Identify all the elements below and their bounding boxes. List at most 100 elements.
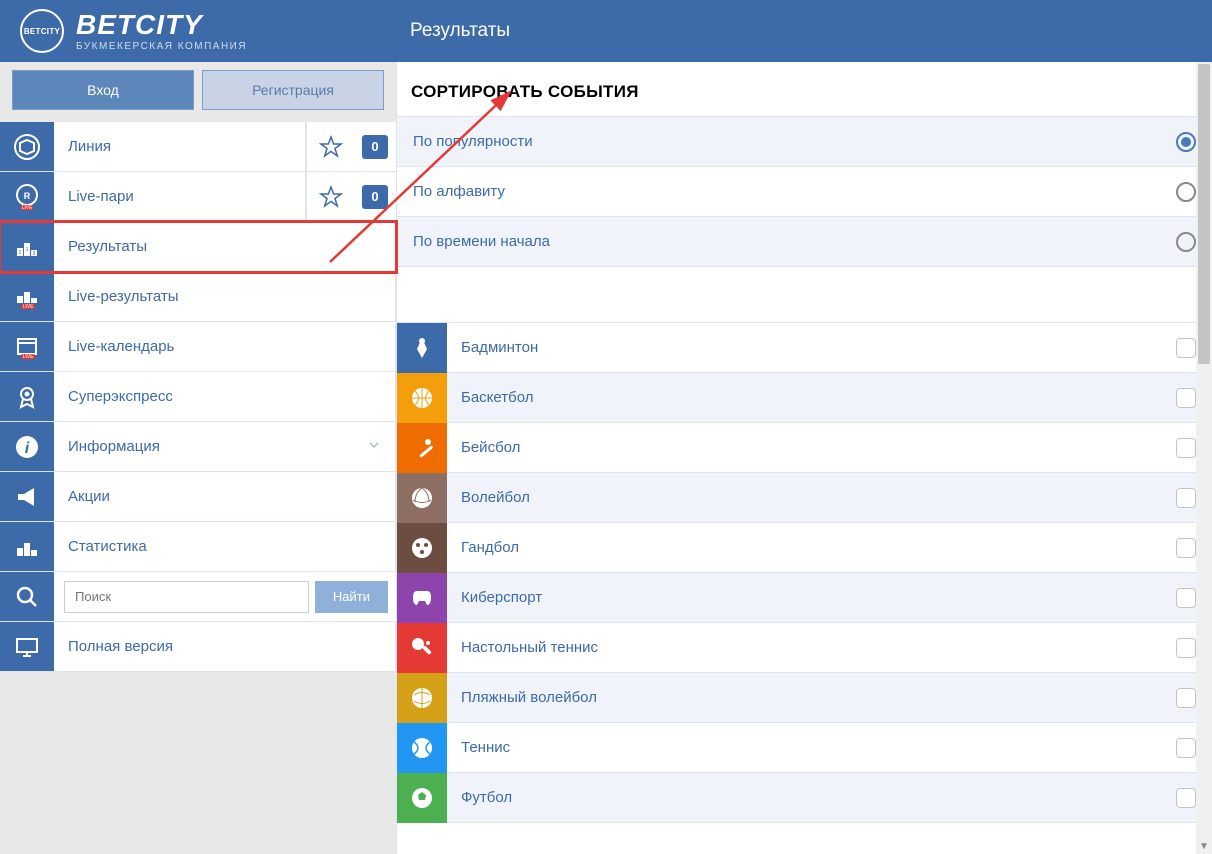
podium-stats-icon [0, 522, 54, 571]
sport-checkbox[interactable] [1176, 338, 1196, 358]
nav-label: Live-пари [54, 172, 306, 221]
sport-label: Футбол [447, 789, 1176, 806]
search-input[interactable] [64, 581, 309, 613]
svg-text:3: 3 [33, 251, 36, 257]
main-content: СОРТИРОВАТЬ СОБЫТИЯ По популярности По а… [396, 62, 1212, 854]
volleyball-icon [397, 473, 447, 523]
sport-label: Гандбол [447, 539, 1176, 556]
sort-option-alphabet[interactable]: По алфавиту [397, 167, 1212, 217]
header: BETCITY BETCITY БУКМЕКЕРСКАЯ КОМПАНИЯ Ре… [0, 0, 1212, 62]
football-icon [397, 773, 447, 823]
nav-item-info[interactable]: i Информация [0, 422, 396, 472]
sport-row[interactable]: Футбол [397, 773, 1212, 823]
svg-text:LIVE: LIVE [22, 205, 34, 211]
main-nav: Линия 0 R LIVE Live-пари 0 [0, 122, 396, 672]
nav-item-promo[interactable]: Акции [0, 472, 396, 522]
register-button[interactable]: Регистрация [202, 70, 384, 110]
sport-row[interactable]: Пляжный волейбол [397, 673, 1212, 723]
nav-label: Линия [54, 122, 306, 171]
sport-label: Баскетбол [447, 389, 1176, 406]
sort-option-starttime[interactable]: По времени начала [397, 217, 1212, 267]
radio-selected-icon [1176, 132, 1196, 152]
nav-label: Информация [54, 422, 396, 471]
sport-label: Пляжный волейбол [447, 689, 1176, 706]
svg-text:LIVE: LIVE [23, 304, 35, 310]
nav-item-fullversion[interactable]: Полная версия [0, 622, 396, 672]
scroll-down-icon[interactable]: ▼ [1196, 838, 1212, 854]
nav-item-results[interactable]: 213 Результаты [0, 222, 396, 272]
logo-badge-text: BETCITY [24, 27, 60, 36]
sport-row[interactable]: Теннис [397, 723, 1212, 773]
nav-item-live-results[interactable]: LIVE Live-результаты [0, 272, 396, 322]
spacer [397, 267, 1212, 323]
sport-label: Бейсбол [447, 439, 1176, 456]
nav-item-live-calendar[interactable]: LIVE Live-календарь [0, 322, 396, 372]
sport-label: Настольный теннис [447, 639, 1176, 656]
nav-label: Статистика [54, 522, 396, 571]
svg-text:2: 2 [19, 250, 22, 256]
nav-label: Live-результаты [54, 272, 396, 321]
nav-label: Полная версия [54, 622, 396, 671]
baseball-icon [397, 423, 447, 473]
nav-item-line[interactable]: Линия 0 [0, 122, 396, 172]
scroll-thumb[interactable] [1198, 64, 1210, 364]
sport-checkbox[interactable] [1176, 438, 1196, 458]
sport-row[interactable]: Киберспорт [397, 573, 1212, 623]
sort-options: По популярности По алфавиту По времени н… [397, 117, 1212, 267]
sport-checkbox[interactable] [1176, 538, 1196, 558]
favorite-star-button[interactable] [306, 122, 354, 171]
nav-item-live[interactable]: R LIVE Live-пари 0 [0, 172, 396, 222]
sport-row[interactable]: Волейбол [397, 473, 1212, 523]
info-icon: i [0, 422, 54, 471]
line-icon [0, 122, 54, 171]
sport-row[interactable]: Бадминтон [397, 323, 1212, 373]
nav-label: Суперэкспресс [54, 372, 396, 421]
star-icon [319, 135, 343, 159]
logo-area[interactable]: BETCITY BETCITY БУКМЕКЕРСКАЯ КОМПАНИЯ [20, 9, 390, 53]
nav-item-stats[interactable]: Статистика [0, 522, 396, 572]
sort-heading: СОРТИРОВАТЬ СОБЫТИЯ [397, 62, 1212, 117]
sport-checkbox[interactable] [1176, 488, 1196, 508]
calendar-icon: LIVE [0, 322, 54, 371]
sport-checkbox[interactable] [1176, 738, 1196, 758]
sport-checkbox[interactable] [1176, 638, 1196, 658]
sport-label: Бадминтон [447, 339, 1176, 356]
sport-checkbox[interactable] [1176, 788, 1196, 808]
nav-count: 0 [354, 122, 396, 171]
live-podium-icon: LIVE [0, 272, 54, 321]
logo-tagline: БУКМЕКЕРСКАЯ КОМПАНИЯ [76, 41, 247, 52]
nav-count: 0 [354, 172, 396, 221]
rosette-icon [0, 372, 54, 421]
handball-icon [397, 523, 447, 573]
nav-label: Акции [54, 472, 396, 521]
sport-row[interactable]: Баскетбол [397, 373, 1212, 423]
nav-label: Результаты [54, 222, 396, 271]
tabletennis-icon [397, 623, 447, 673]
search-icon [0, 572, 54, 621]
search-button[interactable]: Найти [315, 581, 388, 613]
sort-label: По алфавиту [413, 183, 505, 200]
basketball-icon [397, 373, 447, 423]
logo-badge-icon: BETCITY [20, 9, 64, 53]
esports-icon [397, 573, 447, 623]
logo-name: BETCITY [76, 11, 247, 39]
svg-text:R: R [24, 191, 31, 201]
radio-icon [1176, 232, 1196, 252]
sport-row[interactable]: Бейсбол [397, 423, 1212, 473]
sport-list: Бадминтон Баскетбол Бейсбол Волейбол Ган… [397, 323, 1212, 823]
sort-option-popularity[interactable]: По популярности [397, 117, 1212, 167]
favorite-star-button[interactable] [306, 172, 354, 221]
sport-label: Теннис [447, 739, 1176, 756]
login-button[interactable]: Вход [12, 70, 194, 110]
megaphone-icon [0, 472, 54, 521]
nav-label: Live-календарь [54, 322, 396, 371]
sport-row[interactable]: Гандбол [397, 523, 1212, 573]
sport-row[interactable]: Настольный теннис [397, 623, 1212, 673]
sport-checkbox[interactable] [1176, 388, 1196, 408]
sport-checkbox[interactable] [1176, 588, 1196, 608]
nav-item-superexpress[interactable]: Суперэкспресс [0, 372, 396, 422]
sport-checkbox[interactable] [1176, 688, 1196, 708]
sidebar: Вход Регистрация Линия 0 [0, 62, 396, 854]
sort-label: По популярности [413, 133, 533, 150]
scrollbar[interactable]: ▲ ▼ [1196, 62, 1212, 854]
